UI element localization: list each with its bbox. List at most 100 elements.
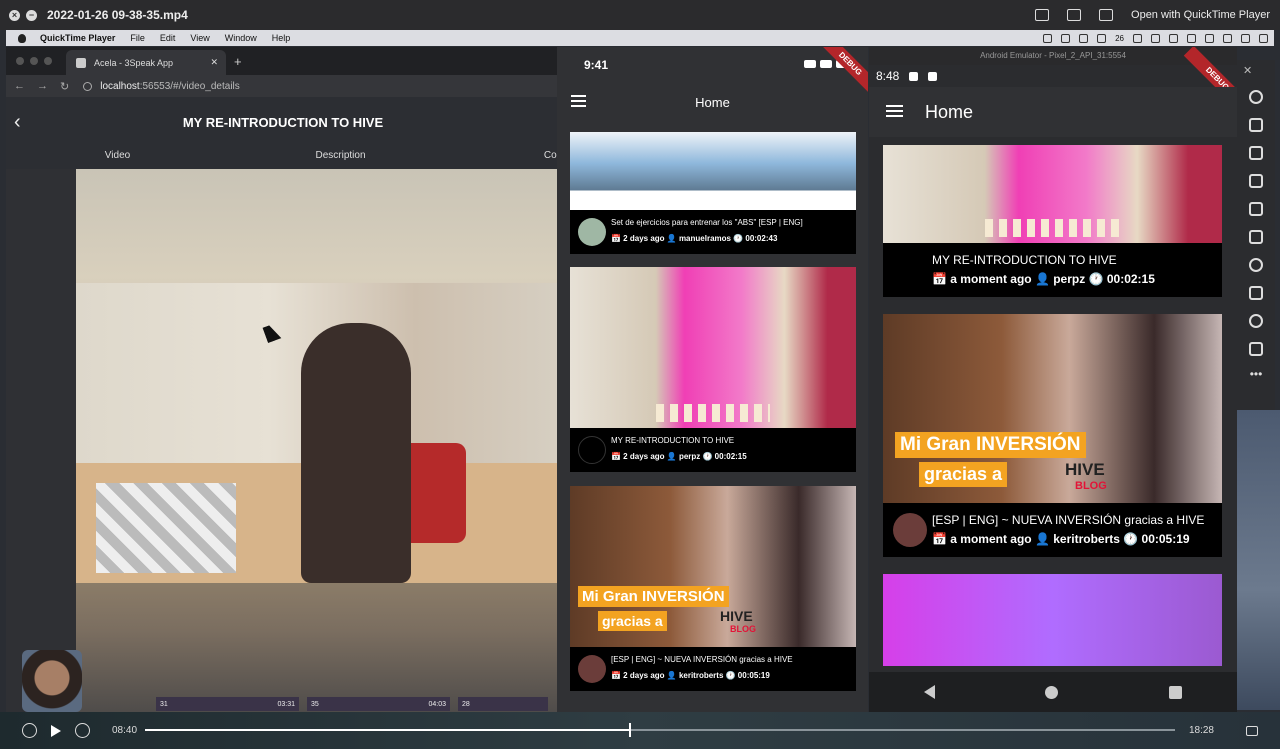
share-icon[interactable]: [1099, 9, 1114, 21]
minimize-icon[interactable]: −: [26, 9, 37, 21]
avatar[interactable]: [893, 513, 927, 547]
video-thumbnail[interactable]: [570, 132, 856, 210]
video-info: 📅 2 days ago 👤 keritroberts 🕐 00:05:19: [611, 671, 770, 680]
home-icon[interactable]: [1249, 314, 1263, 328]
quicktime-title-bar: × − 2022-01-26 09-38-35.mp4 Open with Qu…: [0, 0, 1280, 30]
home-icon[interactable]: [1045, 685, 1059, 699]
rotate-icon[interactable]: [1067, 9, 1082, 21]
rotate-right-icon[interactable]: [1249, 202, 1263, 216]
android-video-card[interactable]: [883, 574, 1222, 666]
browser-tab[interactable]: Acela - 3Speak App ✕: [66, 50, 226, 75]
close-icon[interactable]: ×: [9, 9, 20, 21]
ios-video-card[interactable]: Mi Gran INVERSIÓN gracias a HIVE BLOG [E…: [570, 486, 856, 691]
battery-icon[interactable]: [1223, 33, 1232, 43]
control-center-icon[interactable]: [1259, 33, 1268, 43]
menu-app-name[interactable]: QuickTime Player: [40, 33, 115, 43]
status-icon[interactable]: [1151, 33, 1160, 43]
avatar[interactable]: [578, 655, 606, 683]
thumbnail-item[interactable]: 28: [458, 697, 548, 711]
chess-pieces: [655, 404, 771, 422]
tab-video[interactable]: Video: [6, 147, 229, 171]
status-icon[interactable]: [1097, 33, 1107, 43]
back-icon[interactable]: [1249, 286, 1263, 300]
picture-in-picture-icon[interactable]: [1035, 9, 1050, 21]
search-icon[interactable]: [1241, 33, 1250, 43]
trophy-icon[interactable]: [578, 436, 606, 464]
status-icon[interactable]: [1079, 33, 1089, 43]
video-thumbnail[interactable]: [883, 574, 1222, 666]
skip-back-icon[interactable]: [22, 723, 37, 738]
video-thumbnail[interactable]: Mi Gran INVERSIÓN gracias a HIVE BLOG: [883, 314, 1222, 503]
status-icon[interactable]: [1133, 33, 1142, 43]
thumbnail-banner-sub: gracias a: [919, 462, 1008, 487]
volume-up-icon[interactable]: [1249, 118, 1263, 132]
new-tab-icon[interactable]: +: [234, 54, 242, 69]
skip-forward-icon[interactable]: [75, 723, 90, 738]
menu-window[interactable]: Window: [225, 33, 257, 43]
video-title: [ESP | ENG] ~ NUEVA INVERSIÓN gracias a …: [611, 655, 793, 664]
apple-icon[interactable]: [18, 33, 26, 43]
recent-apps-icon[interactable]: [1168, 685, 1182, 699]
video-thumbnail[interactable]: Mi Gran INVERSIÓN gracias a HIVE BLOG: [570, 486, 856, 647]
tab-description[interactable]: Description: [229, 147, 452, 171]
hamburger-menu-icon[interactable]: [571, 95, 586, 110]
thumbnail-item[interactable]: 31 03:31: [156, 697, 299, 711]
rotate-left-icon[interactable]: [1249, 174, 1263, 188]
tab-comments[interactable]: Cor: [452, 147, 560, 171]
video-thumbnail[interactable]: [883, 145, 1222, 243]
ios-app-bar: Home: [557, 82, 868, 122]
scrub-handle[interactable]: [629, 723, 632, 737]
hamburger-menu-icon[interactable]: [886, 104, 903, 120]
video-scene: [76, 283, 560, 583]
ios-video-card[interactable]: Set de ejercicios para entrenar los "ABS…: [570, 132, 856, 254]
url-field[interactable]: localhost:56553/#/video_details: [83, 81, 240, 92]
video-player[interactable]: [6, 169, 560, 712]
more-icon[interactable]: •••: [1250, 367, 1263, 381]
info-icon[interactable]: [83, 81, 93, 91]
bluetooth-icon[interactable]: [1205, 33, 1214, 43]
android-nav-bar: [869, 672, 1237, 712]
menu-status-area: 26: [1043, 33, 1268, 43]
menu-file[interactable]: File: [130, 33, 145, 43]
trophy-icon[interactable]: [893, 253, 927, 287]
zoom-icon[interactable]: [1249, 258, 1263, 272]
minimize-icon[interactable]: [30, 57, 38, 65]
play-icon[interactable]: [51, 724, 61, 737]
back-arrow-icon[interactable]: ←: [14, 80, 25, 93]
status-icon[interactable]: [1061, 33, 1071, 43]
reload-icon[interactable]: ↻: [60, 80, 69, 93]
close-icon[interactable]: ✕: [1243, 64, 1252, 77]
power-icon[interactable]: [1249, 90, 1263, 104]
close-icon[interactable]: [16, 57, 24, 65]
video-thumbnail[interactable]: [570, 267, 856, 428]
video-meta: MY RE-INTRODUCTION TO HIVE 📅 2 days ago …: [570, 428, 856, 472]
avatar[interactable]: [578, 218, 606, 246]
video-title: Set de ejercicios para entrenar los "ABS…: [611, 218, 803, 227]
forward-arrow-icon[interactable]: →: [37, 80, 48, 93]
video-frame[interactable]: [76, 169, 560, 712]
volume-down-icon[interactable]: [1249, 146, 1263, 160]
overview-icon[interactable]: [1249, 342, 1263, 356]
menu-view[interactable]: View: [190, 33, 209, 43]
volume-icon[interactable]: [1246, 725, 1258, 736]
menu-edit[interactable]: Edit: [160, 33, 176, 43]
volume-icon[interactable]: [1169, 33, 1178, 43]
close-tab-icon[interactable]: ✕: [210, 57, 218, 68]
wifi-icon[interactable]: [1187, 33, 1196, 43]
status-icon[interactable]: [1043, 33, 1053, 43]
video-meta: MY RE-INTRODUCTION TO HIVE 📅 a moment ag…: [883, 243, 1222, 297]
menu-help[interactable]: Help: [272, 33, 291, 43]
back-icon[interactable]: [924, 685, 936, 699]
android-video-card[interactable]: Mi Gran INVERSIÓN gracias a HIVE BLOG [E…: [883, 314, 1222, 557]
back-chevron-icon[interactable]: ‹: [14, 111, 21, 134]
camera-icon[interactable]: [1249, 230, 1263, 244]
scrub-bar[interactable]: [145, 723, 1175, 737]
duration: 18:28: [1188, 725, 1214, 736]
open-with-quicktime-button[interactable]: Open with QuickTime Player: [1131, 9, 1270, 21]
video-title: MY RE-INTRODUCTION TO HIVE: [932, 253, 1117, 267]
android-video-card[interactable]: MY RE-INTRODUCTION TO HIVE 📅 a moment ag…: [883, 145, 1222, 297]
maximize-icon[interactable]: [44, 57, 52, 65]
ios-simulator: 9:41 DEBUG Home Set de ejercicios para e…: [557, 47, 868, 712]
ios-video-card[interactable]: MY RE-INTRODUCTION TO HIVE 📅 2 days ago …: [570, 267, 856, 472]
thumbnail-item[interactable]: 35 04:03: [307, 697, 450, 711]
